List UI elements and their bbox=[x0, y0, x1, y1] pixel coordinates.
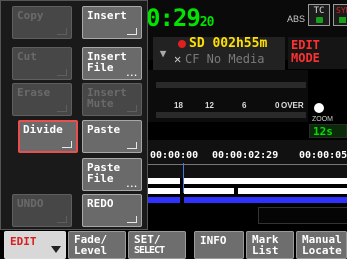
tab-mark-list[interactable]: Mark List bbox=[246, 231, 294, 259]
meter-bar-left bbox=[156, 82, 306, 88]
corner-icon bbox=[127, 28, 137, 35]
track-segment bbox=[148, 178, 180, 184]
zoom-label: ZOOM bbox=[312, 116, 333, 123]
corner-icon bbox=[62, 141, 72, 148]
tc-button[interactable]: TC bbox=[308, 4, 330, 26]
chevron-down-icon[interactable]: ▼ bbox=[153, 47, 173, 67]
zoom-value[interactable]: 12s bbox=[309, 124, 347, 138]
track-segment bbox=[238, 188, 347, 194]
cf-unavailable-icon: ✕ bbox=[174, 52, 182, 66]
tab-manual-locate[interactable]: Manual Locate bbox=[296, 231, 347, 259]
playhead-cursor[interactable] bbox=[183, 163, 184, 193]
status-box bbox=[258, 207, 347, 224]
sd-record-dot-icon bbox=[178, 40, 186, 48]
undo-button[interactable]: UNDO bbox=[12, 194, 72, 227]
cut-button[interactable]: Cut bbox=[12, 47, 72, 80]
dropdown-arrow-icon bbox=[51, 246, 61, 253]
track-segment bbox=[148, 188, 180, 194]
tab-edit[interactable]: EDIT bbox=[4, 231, 66, 259]
corner-icon bbox=[127, 142, 137, 149]
paste-button[interactable]: Paste bbox=[82, 120, 142, 153]
meter-bar-right bbox=[156, 112, 306, 118]
insert-mute-button[interactable]: Insert Mute bbox=[82, 83, 142, 116]
tab-fade-level[interactable]: Fade/Level bbox=[68, 231, 126, 259]
edit-mode-indicator: EDIT MODE bbox=[288, 37, 347, 69]
copy-button[interactable]: Copy bbox=[12, 6, 72, 39]
sync-button[interactable]: SYN bbox=[333, 4, 347, 26]
erase-button[interactable]: Erase bbox=[12, 83, 72, 116]
more-icon: ... bbox=[125, 69, 138, 78]
divide-button[interactable]: Divide bbox=[18, 120, 78, 153]
timeline-start: 00:00:00 bbox=[150, 150, 199, 161]
sync-indicator-icon bbox=[339, 17, 346, 23]
cf-status: CF No Media bbox=[185, 52, 265, 66]
abs-label: ABS bbox=[287, 14, 306, 24]
track-segment bbox=[184, 188, 234, 194]
meter-scale: 18 12 6 0 OVER bbox=[174, 101, 304, 110]
tab-info[interactable]: INFO bbox=[194, 231, 244, 259]
timeline-divider bbox=[148, 164, 347, 165]
insert-file-button[interactable]: Insert File... bbox=[82, 47, 142, 80]
track-segment-selected bbox=[184, 197, 347, 203]
track-segment-selected bbox=[148, 197, 180, 203]
edit-menu-popup: Copy Insert Cut Insert File... Erase Ins… bbox=[0, 0, 148, 230]
redo-button[interactable]: REDO bbox=[82, 194, 142, 227]
zoom-icon[interactable] bbox=[314, 103, 324, 113]
track-segment bbox=[184, 178, 347, 184]
timeline-cursor-time: 00:00:02:29 bbox=[212, 150, 279, 161]
corner-icon bbox=[127, 216, 137, 223]
more-icon: ... bbox=[125, 180, 138, 189]
paste-file-button[interactable]: Paste File... bbox=[82, 158, 142, 191]
insert-button[interactable]: Insert bbox=[82, 6, 142, 39]
tab-set-select[interactable]: SET/SELECT bbox=[128, 231, 186, 259]
sd-status: SD 002h55m bbox=[189, 36, 268, 51]
tc-indicator-icon bbox=[316, 17, 323, 23]
timecode-display: 0:2920 bbox=[146, 4, 214, 32]
timeline-end: 00:00:05 bbox=[299, 150, 347, 161]
